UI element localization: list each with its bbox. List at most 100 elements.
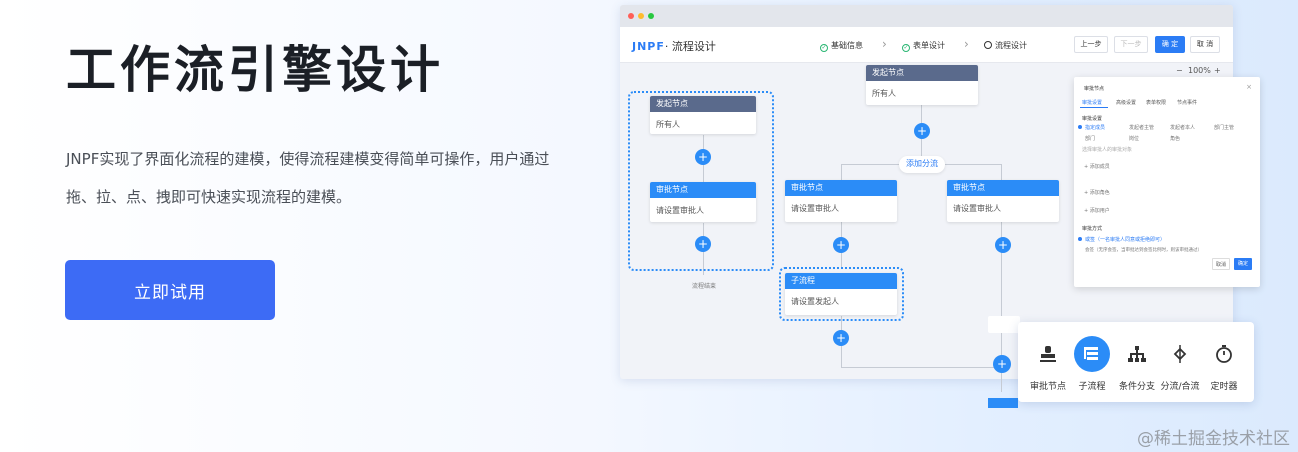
- add-node-button[interactable]: +: [995, 237, 1011, 253]
- confirm-button[interactable]: 确 定: [1155, 36, 1185, 53]
- node-title: 审批节点: [785, 180, 897, 196]
- tool-condition-branch[interactable]: 条件分支: [1114, 336, 1160, 392]
- cancel-button[interactable]: 取 消: [1190, 36, 1220, 53]
- add-node-button[interactable]: +: [833, 330, 849, 346]
- connector-line: [841, 367, 1001, 368]
- panel-list-item[interactable]: + 添加用户: [1084, 207, 1110, 214]
- hero-title: 工作流引擎设计: [66, 41, 444, 99]
- connector-line: [1001, 164, 1002, 180]
- node-body: 请设置审批人: [656, 206, 704, 215]
- zoom-level: 100%: [1188, 66, 1211, 75]
- tool-approve-node[interactable]: 审批节点: [1025, 336, 1071, 392]
- partial-node-card: [988, 316, 1020, 333]
- step-basic-info[interactable]: ✓ 基础信息: [820, 40, 863, 52]
- option-item[interactable]: 部门: [1085, 135, 1095, 142]
- tool-label: 条件分支: [1118, 382, 1155, 392]
- minimize-window-dot[interactable]: [638, 13, 644, 19]
- flow-end-label: 流程结束: [692, 283, 717, 290]
- node-body: 请设置审批人: [791, 204, 839, 213]
- close-window-dot[interactable]: [628, 13, 634, 19]
- option-item[interactable]: 岗位: [1129, 135, 1139, 142]
- start-node[interactable]: 发起节点 所有人: [866, 65, 978, 105]
- try-now-button[interactable]: 立即试用: [65, 260, 275, 320]
- option-item[interactable]: 指定成员: [1085, 124, 1105, 131]
- active-tab-indicator: [1080, 107, 1108, 108]
- hint-text: 选择审批人的审批对象: [1082, 147, 1133, 153]
- tool-timer[interactable]: 定时器: [1201, 336, 1247, 392]
- node-title: 发起节点: [650, 96, 756, 112]
- current-step-icon: [984, 41, 992, 49]
- step-form-design[interactable]: ✓ 表单设计: [902, 40, 945, 52]
- node-body: 所有人: [872, 89, 896, 98]
- tool-split-merge[interactable]: 分流/合流: [1157, 336, 1203, 392]
- panel-cancel-button[interactable]: 取消: [1212, 258, 1230, 270]
- check-icon: ✓: [820, 44, 828, 52]
- add-node-button[interactable]: +: [695, 236, 711, 252]
- chevron-right-icon: ›: [882, 37, 887, 51]
- tool-label: 审批节点: [1029, 382, 1066, 392]
- add-node-button[interactable]: +: [914, 123, 930, 139]
- panel-title: 审批节点: [1084, 86, 1105, 92]
- option-item[interactable]: 发起者本人: [1170, 124, 1195, 131]
- approval-mode-option[interactable]: 或签（一名审批人同意或拒绝即可）: [1085, 236, 1165, 243]
- add-node-button[interactable]: +: [695, 149, 711, 165]
- node-title: 发起节点: [866, 65, 978, 81]
- approval-mode-option[interactable]: 会签（无序会签，当审批达到会签比例时，则该审批通过）: [1085, 247, 1202, 253]
- add-node-button[interactable]: +: [833, 237, 849, 253]
- subflow-node[interactable]: 子流程 请设置发起人: [785, 273, 897, 315]
- section-label: 审批方式: [1082, 226, 1103, 232]
- tool-label: 子流程: [1078, 382, 1106, 392]
- tab-node-events[interactable]: 节点事件: [1177, 99, 1197, 106]
- prev-step-button[interactable]: 上一步: [1074, 36, 1108, 53]
- node-properties-panel: 审批节点 × 审批设置 高级设置 表单权限 节点事件 审批设置 指定成员 发起者…: [1074, 77, 1260, 287]
- left-approve-node[interactable]: 审批节点 请设置审批人: [650, 182, 756, 222]
- tab-approval-settings[interactable]: 审批设置: [1082, 99, 1102, 106]
- close-icon[interactable]: ×: [1246, 83, 1252, 91]
- logo-subtitle: · 流程设计: [664, 40, 716, 53]
- option-item[interactable]: 角色: [1170, 135, 1180, 142]
- subflow-icon: [1074, 336, 1110, 372]
- tab-form-permission[interactable]: 表单权限: [1146, 99, 1166, 106]
- connector-line: [841, 164, 842, 180]
- option-item[interactable]: 发起者主管: [1129, 124, 1154, 131]
- node-body: 请设置审批人: [953, 204, 1001, 213]
- section-label: 审批设置: [1082, 116, 1103, 122]
- step-flow-design[interactable]: 流程设计: [984, 40, 1027, 51]
- watermark-text: @稀土掘金技术社区: [1137, 429, 1290, 449]
- tool-subflow[interactable]: 子流程: [1069, 336, 1115, 392]
- designer-header: JNPF· 流程设计 ✓ 基础信息 › ✓ 表单设计 › 流程设计 上一步 下一步 …: [620, 27, 1233, 63]
- stamp-icon: [1030, 336, 1066, 372]
- branch-right-approve-node[interactable]: 审批节点 请设置审批人: [947, 180, 1059, 222]
- tool-label: 分流/合流: [1160, 382, 1200, 392]
- check-icon: ✓: [902, 44, 910, 52]
- chevron-right-icon: ›: [964, 37, 969, 51]
- next-step-button[interactable]: 下一步: [1114, 36, 1148, 53]
- branch-left-approve-node[interactable]: 审批节点 请设置审批人: [785, 180, 897, 222]
- tab-advanced-settings[interactable]: 高级设置: [1116, 99, 1136, 106]
- left-start-node[interactable]: 发起节点 所有人: [650, 96, 756, 134]
- app-logo: JNPF· 流程设计: [632, 38, 716, 54]
- partial-node-strip: [988, 398, 1018, 408]
- panel-list-item[interactable]: + 添加角色: [1084, 189, 1110, 196]
- timer-icon: [1206, 336, 1242, 372]
- tool-label: 定时器: [1210, 382, 1238, 392]
- hero-description: JNPF实现了界面化流程的建模，使得流程建模变得简单可操作，用户通过拖、拉、点、…: [66, 150, 550, 206]
- panel-ok-button[interactable]: 确定: [1234, 258, 1252, 270]
- zoom-in-button[interactable]: +: [1214, 66, 1221, 75]
- node-body: 所有人: [656, 120, 680, 129]
- node-title: 子流程: [785, 273, 897, 289]
- window-titlebar: [620, 5, 1233, 27]
- radio-selected-icon: [1078, 125, 1082, 129]
- panel-list-item[interactable]: + 添加成员: [1084, 163, 1110, 170]
- node-body: 请设置发起人: [791, 297, 839, 306]
- maximize-window-dot[interactable]: [648, 13, 654, 19]
- radio-selected-icon: [1078, 237, 1082, 241]
- node-title: 审批节点: [947, 180, 1059, 196]
- add-branch-button[interactable]: 添加分流: [899, 156, 945, 173]
- node-title: 审批节点: [650, 182, 756, 198]
- logo-brand: JNPF: [632, 40, 665, 53]
- zoom-out-button[interactable]: −: [1176, 66, 1183, 75]
- option-item[interactable]: 部门主管: [1214, 124, 1234, 131]
- add-node-button[interactable]: +: [993, 355, 1011, 373]
- split-merge-icon: [1162, 336, 1198, 372]
